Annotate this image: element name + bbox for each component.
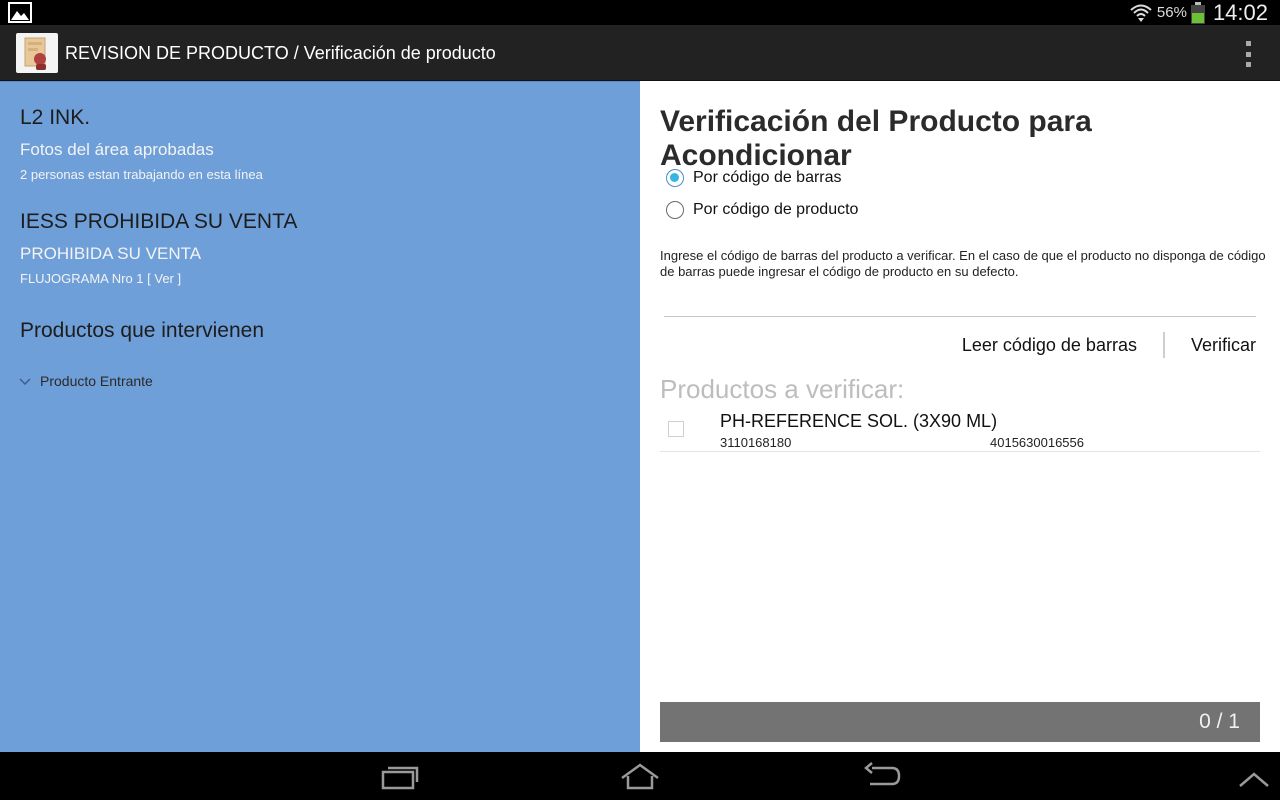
clock: 14:02 [1212,0,1268,25]
action-bar: REVISION DE PRODUCTO / Verificación de p… [0,25,1280,81]
nav-bar [0,752,1280,800]
flowchart-link[interactable]: FLUJOGRAMA Nro 1 [ Ver ] [20,271,181,286]
progress-bar: 0 / 1 [660,702,1260,742]
line-status: Fotos del área aprobadas [20,140,214,159]
radio-button[interactable] [666,201,684,219]
radio-barcode[interactable]: Por código de barras [666,169,842,187]
product-code: 3110168180 [720,435,792,450]
product-status: PROHIBIDA SU VENTA [20,244,202,263]
tree-item-producto-entrante[interactable]: Producto Entrante [18,373,153,389]
products-to-verify-heading: Productos a verificar: [660,374,905,404]
status-right: 56% 14:02 [1129,0,1268,25]
page-title: Verificación del Producto para Acondicio… [660,105,1092,172]
action-bar-title: REVISION DE PRODUCTO / Verificación de p… [65,43,496,63]
verify-button[interactable]: Verificar [1191,335,1256,356]
line-workers: 2 personas estan trabajando en esta líne… [20,167,263,182]
recent-apps-icon[interactable] [380,762,420,790]
tree-item-label: Producto Entrante [40,373,153,389]
action-buttons: Leer código de barras Verificar [962,331,1256,359]
radio-label: Por código de barras [693,169,842,186]
button-divider [1162,332,1165,358]
product-name: PH-REFERENCE SOL. (3X90 ML) [720,411,998,431]
left-pane: L2 INK. Fotos del área aprobadas 2 perso… [0,81,640,752]
status-bar: 56% 14:02 [0,0,1280,25]
battery-icon [1190,1,1205,24]
right-pane: Verificación del Producto para Acondicio… [640,81,1280,752]
product-checkbox[interactable] [668,421,684,437]
radio-button-selected[interactable] [666,169,684,187]
radio-product-code[interactable]: Por código de producto [666,201,858,219]
chevron-up-icon[interactable] [1234,766,1274,794]
battery-percent: 56% [1156,4,1187,21]
app-icon[interactable] [16,33,58,73]
instructions-text: Ingrese el código de barras del producto… [660,248,1266,279]
home-icon[interactable] [620,762,660,790]
overflow-menu-icon[interactable] [1236,41,1260,67]
back-icon[interactable] [862,762,902,790]
products-heading: Productos que intervienen [20,319,264,342]
line-name: L2 INK. [20,106,91,129]
gallery-icon [8,2,32,23]
code-input[interactable] [664,295,1256,317]
product-barcode: 4015630016556 [990,435,1084,450]
chevron-down-icon [19,378,31,386]
wifi-icon [1130,4,1152,22]
progress-count: 0 / 1 [1199,710,1240,733]
read-barcode-button[interactable]: Leer código de barras [962,335,1137,356]
radio-label: Por código de producto [693,201,859,218]
product-name: IESS PROHIBIDA SU VENTA [20,210,298,233]
list-item[interactable]: PH-REFERENCE SOL. (3X90 ML) 3110168180 4… [660,405,1260,452]
